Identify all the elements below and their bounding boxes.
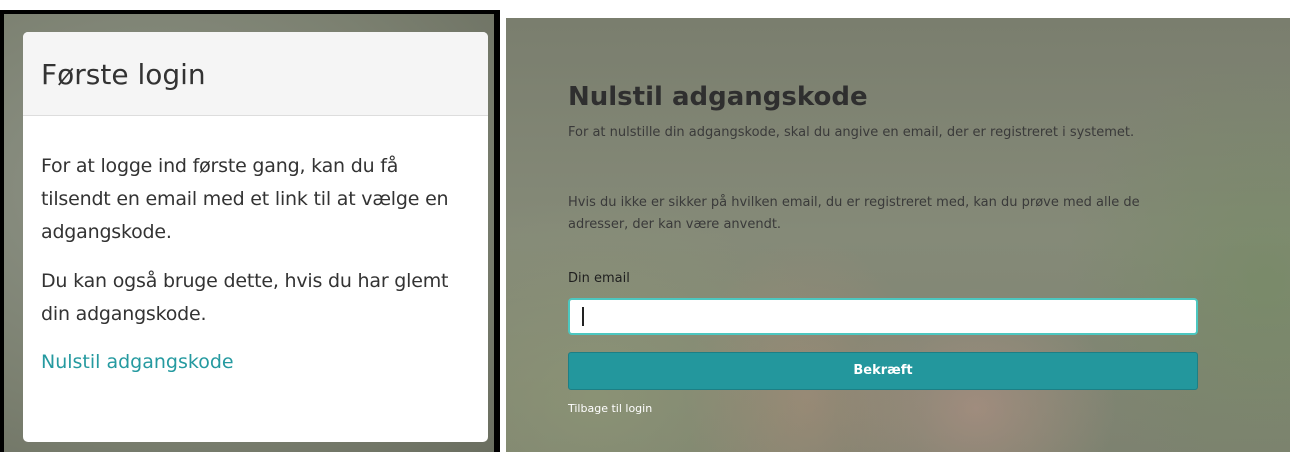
first-login-description: For at logge ind første gang, kan du få …: [41, 155, 449, 243]
reset-password-panel: Nulstil adgangskode For at nulstille din…: [506, 18, 1290, 452]
first-login-panel: Første login For at logge ind første gan…: [0, 10, 500, 452]
forgot-password-description: Du kan også bruge dette, hvis du har gle…: [41, 270, 449, 325]
back-to-login-link[interactable]: Tilbage til login: [568, 402, 652, 415]
confirm-button[interactable]: Bekræft: [568, 352, 1198, 390]
card-header: Første login: [23, 32, 488, 116]
email-input[interactable]: [568, 298, 1198, 335]
first-login-card: Første login For at logge ind første gan…: [23, 32, 488, 442]
reset-hint: Hvis du ikke er sikker på hvilken email,…: [568, 195, 1140, 232]
email-label: Din email: [568, 271, 630, 286]
reset-instructions: For at nulstille din adgangskode, skal d…: [568, 125, 1135, 140]
card-body: For at logge ind første gang, kan du få …: [23, 116, 488, 373]
card-title: Første login: [41, 58, 206, 91]
reset-password-link[interactable]: Nulstil adgangskode: [41, 351, 234, 373]
reset-title: Nulstil adgangskode: [568, 82, 868, 112]
text-cursor: [582, 307, 584, 326]
